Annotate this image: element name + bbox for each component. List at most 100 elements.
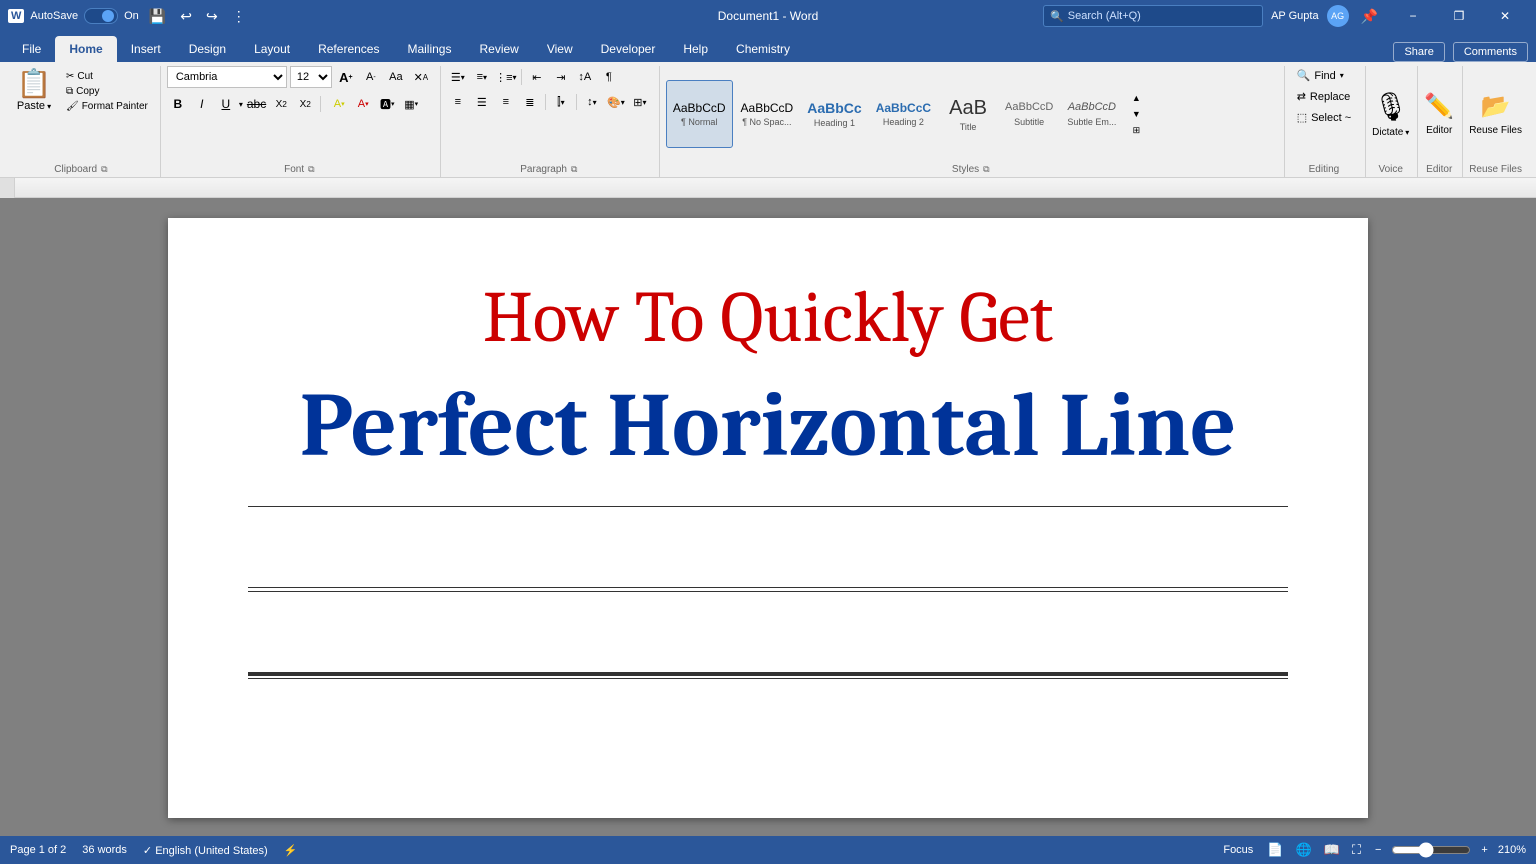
word-count[interactable]: 36 words xyxy=(82,844,127,856)
tab-home[interactable]: Home xyxy=(55,36,116,62)
paste-icon: 📋 xyxy=(17,70,52,98)
ribbon-display-icon[interactable]: 📌 xyxy=(1357,6,1382,27)
search-box[interactable]: 🔍 Search (Alt+Q) xyxy=(1043,5,1263,27)
increase-indent-button[interactable]: ⇥ xyxy=(550,66,572,88)
tab-insert[interactable]: Insert xyxy=(117,36,175,62)
customize-icon[interactable]: ⋮ xyxy=(228,6,250,27)
cut-button[interactable]: ✂ Cut xyxy=(62,70,152,83)
language[interactable]: ✓ English (United States) xyxy=(143,844,268,857)
minimize-button[interactable]: − xyxy=(1390,0,1436,32)
print-view-icon[interactable]: 📄 xyxy=(1263,840,1287,860)
restore-button[interactable]: ❐ xyxy=(1436,0,1482,32)
tab-file[interactable]: File xyxy=(8,36,55,62)
justify-button[interactable]: ≣ xyxy=(519,91,541,113)
decrease-indent-button[interactable]: ⇤ xyxy=(526,66,548,88)
zoom-out-icon[interactable]: − xyxy=(1375,844,1381,856)
strikethrough-button[interactable]: abc xyxy=(245,93,268,115)
select-icon: ⬚ xyxy=(1297,111,1307,124)
focus-mode-icon[interactable]: ⛶ xyxy=(1348,840,1365,860)
focus-button[interactable]: Focus xyxy=(1223,844,1253,856)
font-color-button[interactable]: A▾ xyxy=(352,93,374,115)
tab-developer[interactable]: Developer xyxy=(587,36,670,62)
tab-help[interactable]: Help xyxy=(669,36,722,62)
zoom-in-icon[interactable]: + xyxy=(1481,844,1487,856)
web-view-icon[interactable]: 🌐 xyxy=(1292,840,1316,860)
clipboard-expand-icon[interactable]: ⧉ xyxy=(101,164,107,175)
multilevel-list-button[interactable]: ⋮≡▾ xyxy=(495,66,517,88)
show-marks-button[interactable]: ¶ xyxy=(598,66,620,88)
styles-scroll-down[interactable]: ▼ xyxy=(1128,106,1144,122)
zoom-slider[interactable] xyxy=(1391,842,1471,858)
tab-review[interactable]: Review xyxy=(465,36,532,62)
tab-design[interactable]: Design xyxy=(175,36,240,62)
dictate-icon[interactable]: 🎙 xyxy=(1373,90,1409,123)
style-no-spacing[interactable]: AaBbCcD ¶ No Spac... xyxy=(735,80,800,148)
font-shrink-button[interactable]: A- xyxy=(360,66,382,88)
shading-button[interactable]: 🅰▾ xyxy=(376,93,398,115)
shading-para-button[interactable]: 🎨▾ xyxy=(605,91,627,113)
style-subtle-em[interactable]: AaBbCcD Subtle Em... xyxy=(1061,80,1122,148)
sort-button[interactable]: ↕A xyxy=(574,66,596,88)
border-button[interactable]: ▦▾ xyxy=(400,93,422,115)
columns-button[interactable]: ⫿▾ xyxy=(550,91,572,113)
paragraph-expand-icon[interactable]: ⧉ xyxy=(571,164,577,175)
bold-button[interactable]: B xyxy=(167,93,189,115)
redo-icon[interactable]: ↪ xyxy=(202,6,222,27)
align-left-button[interactable]: ≡ xyxy=(447,91,469,113)
clear-format-button[interactable]: ✕A xyxy=(410,66,432,88)
undo-icon[interactable]: ↩ xyxy=(176,6,196,27)
borders-button[interactable]: ⊞▾ xyxy=(629,91,651,113)
change-case-button[interactable]: Aa xyxy=(385,66,407,88)
styles-expand-icon[interactable]: ⧉ xyxy=(983,164,989,175)
page-info[interactable]: Page 1 of 2 xyxy=(10,844,66,856)
paragraph-group-content: ☰▾ ≡▾ ⋮≡▾ ⇤ ⇥ ↕A ¶ ≡ ☰ ≡ ≣ ⫿▾ ↕▾ 🎨▾ ⊞▾ xyxy=(447,66,651,162)
font-expand-icon[interactable]: ⧉ xyxy=(308,164,314,175)
align-right-button[interactable]: ≡ xyxy=(495,91,517,113)
align-center-button[interactable]: ☰ xyxy=(471,91,493,113)
share-button[interactable]: Share xyxy=(1393,42,1444,62)
editing-col: 🔍 Find ▾ ⇄ Replace ⬚ Select ~ xyxy=(1291,66,1357,127)
highlight-button[interactable]: A▾ xyxy=(328,93,350,115)
format-painter-button[interactable]: 🖌 Format Painter xyxy=(62,100,152,113)
font-family-select[interactable]: Cambria xyxy=(167,66,287,88)
style-title[interactable]: AaB Title xyxy=(939,80,997,148)
save-icon[interactable]: 💾 xyxy=(145,6,170,27)
dictate-button[interactable]: Dictate ▾ xyxy=(1372,127,1409,138)
tab-view[interactable]: View xyxy=(533,36,587,62)
font-grow-button[interactable]: A+ xyxy=(335,66,357,88)
ordered-list-button[interactable]: ≡▾ xyxy=(471,66,493,88)
unordered-list-button[interactable]: ☰▾ xyxy=(447,66,469,88)
read-mode-icon[interactable]: 📖 xyxy=(1320,840,1344,860)
copy-button[interactable]: ⧉ Copy xyxy=(62,85,152,98)
replace-button[interactable]: ⇄ Replace xyxy=(1291,87,1357,106)
style-heading2[interactable]: AaBbCcC Heading 2 xyxy=(870,80,937,148)
style-title-label: Title xyxy=(960,122,977,132)
autosave-toggle[interactable] xyxy=(84,8,118,24)
find-button[interactable]: 🔍 Find ▾ xyxy=(1291,66,1357,85)
italic-button[interactable]: I xyxy=(191,93,213,115)
reuse-button[interactable]: Reuse Files xyxy=(1469,125,1522,136)
styles-scroll-up[interactable]: ▲ xyxy=(1128,90,1144,106)
font-size-select[interactable]: 12 xyxy=(290,66,332,88)
editor-button[interactable]: Editor xyxy=(1426,125,1452,136)
zoom-level[interactable]: 210% xyxy=(1498,844,1526,856)
editor-icon[interactable]: ✏️ xyxy=(1424,92,1454,121)
reuse-icon[interactable]: 📂 xyxy=(1481,92,1511,121)
style-normal[interactable]: AaBbCcD ¶ Normal xyxy=(666,80,733,148)
close-button[interactable]: ✕ xyxy=(1482,0,1528,32)
tab-chemistry[interactable]: Chemistry xyxy=(722,36,804,62)
tab-layout[interactable]: Layout xyxy=(240,36,304,62)
select-button[interactable]: ⬚ Select ~ xyxy=(1291,108,1357,127)
tab-mailings[interactable]: Mailings xyxy=(393,36,465,62)
comments-button[interactable]: Comments xyxy=(1453,42,1528,62)
underline-button[interactable]: U xyxy=(215,93,237,115)
tab-references[interactable]: References xyxy=(304,36,393,62)
font-row-2: B I U ▾ abc X2 X2 A▾ A▾ 🅰▾ ▦▾ xyxy=(167,93,422,115)
style-heading1[interactable]: AaBbCc Heading 1 xyxy=(801,80,867,148)
line-spacing-button[interactable]: ↕▾ xyxy=(581,91,603,113)
style-subtitle[interactable]: AaBbCcD Subtitle xyxy=(999,80,1059,148)
subscript-button[interactable]: X2 xyxy=(270,93,292,115)
styles-expand[interactable]: ⊞ xyxy=(1128,122,1144,138)
superscript-button[interactable]: X2 xyxy=(294,93,316,115)
paste-button[interactable]: 📋 Paste ▾ xyxy=(10,66,58,116)
